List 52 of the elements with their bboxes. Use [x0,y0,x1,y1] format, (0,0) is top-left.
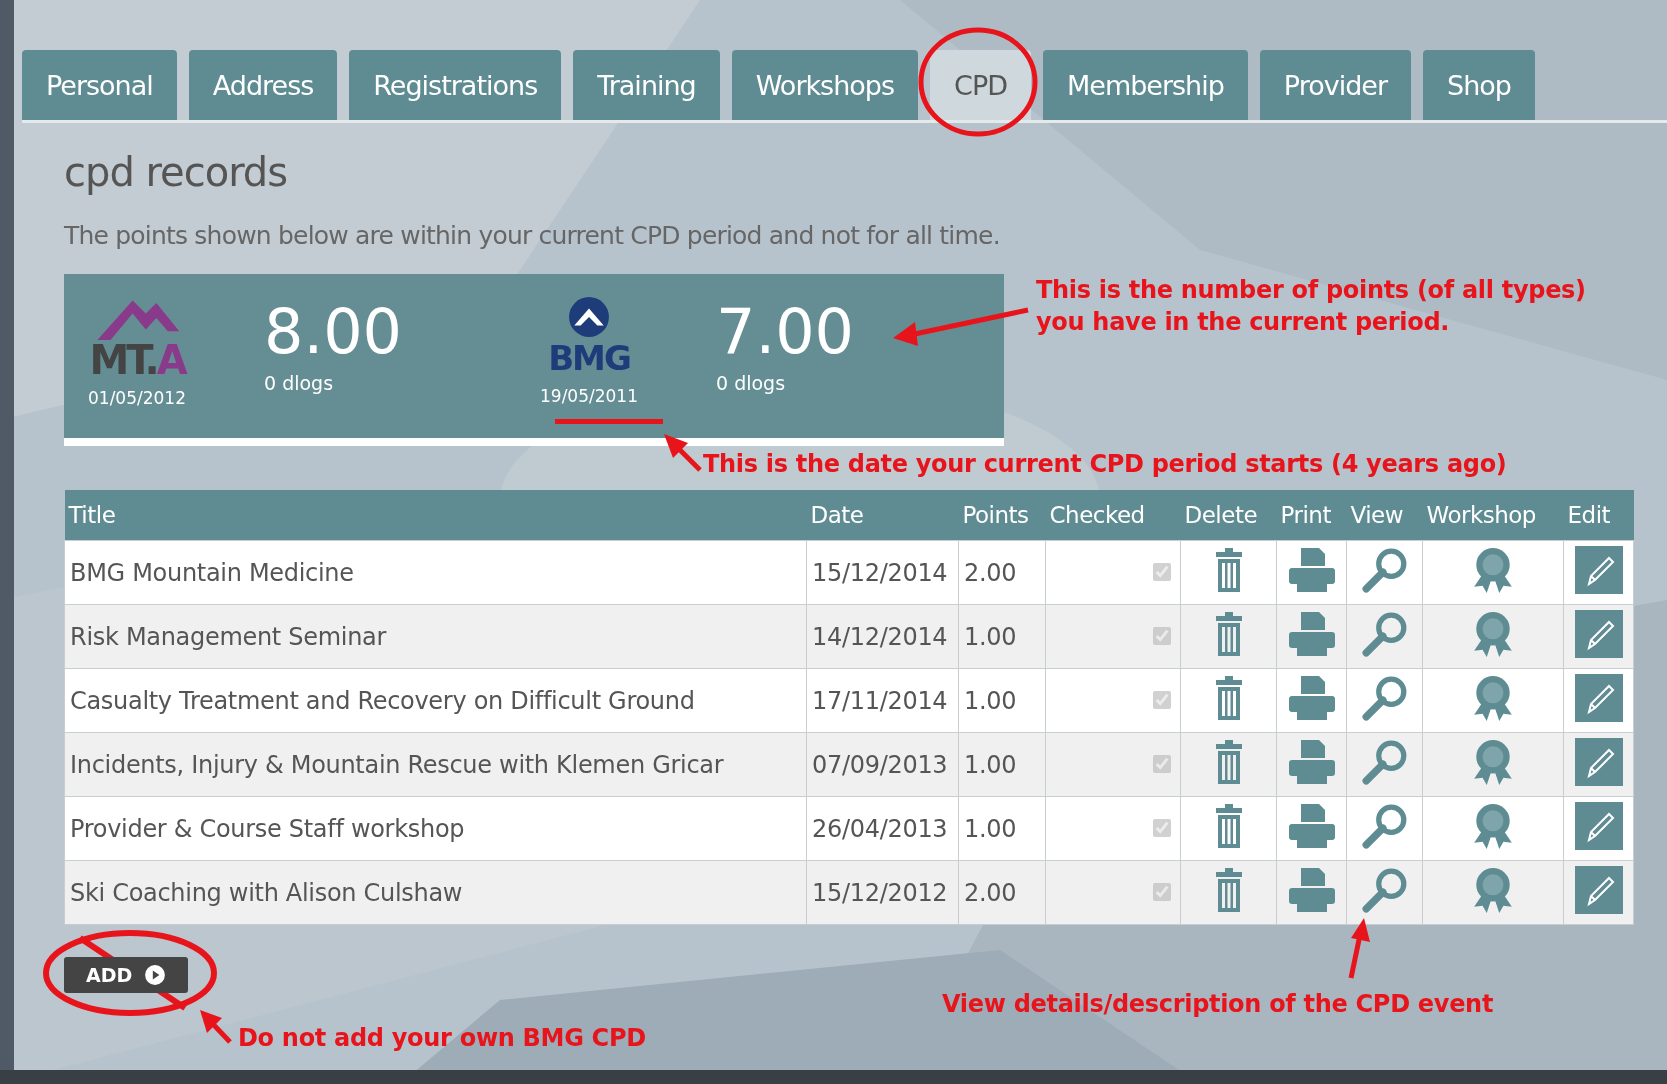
table-cell: 2.00 [958,860,1046,925]
table-cell: 26/04/2013 [806,796,959,861]
table-cell: Provider & Course Staff workshop [64,796,807,861]
annotation-text: Do not add your own BMG CPD [238,1024,646,1052]
column-header: Print [1276,490,1347,541]
table-cell: 14/12/2014 [806,604,959,669]
dlogs-count: 0 dlogs [264,372,335,394]
column-header: Edit [1563,490,1634,541]
table-cell: Ski Coaching with Alison Culshaw [64,860,807,925]
add-button[interactable]: ADD [64,957,189,993]
table-cell: 1.00 [958,668,1046,733]
table-cell: 2.00 [958,540,1046,605]
tab[interactable]: Registrations [349,50,562,120]
tab[interactable]: Shop [1423,50,1535,120]
tab[interactable]: Workshops [731,50,919,120]
table-cell: 1.00 [958,732,1046,797]
annotation-text: you have in the current period. [1036,308,1451,336]
column-header: View [1346,490,1423,541]
annotation-text: This is the date your current CPD period starts (4 years ago) [703,450,1507,478]
tab[interactable]: Provider [1259,50,1412,120]
column-header: Points [958,490,1046,541]
period-date: 01/05/2012 [88,388,186,408]
points-total: 7.00 [716,296,855,368]
tab[interactable]: CPD [930,50,1031,120]
table-cell: 1.00 [958,604,1046,669]
logo-text: BMG [548,338,630,378]
table-cell: 17/11/2014 [806,668,959,733]
points-total: 8.00 [264,296,403,368]
tab[interactable]: Personal [22,50,177,120]
annotation-text: View details/description of the CPD event [942,990,1494,1018]
table-cell: 07/09/2013 [806,732,959,797]
table-cell: 1.00 [958,796,1046,861]
tab[interactable]: Training [573,50,720,120]
table-cell: 15/12/2012 [806,860,959,925]
table-cell: BMG Mountain Medicine [64,540,807,605]
table-cell: 15/12/2014 [806,540,959,605]
table-cell: Casualty Treatment and Recovery on Difficult Ground [64,668,807,733]
table-cell: Incidents, Injury & Mountain Rescue with Klemen Gricar [64,732,807,797]
tab[interactable]: Membership [1042,50,1248,120]
intro-text: The points shown below are within your current CPD period and not for all time. [64,221,1001,250]
period-date: 19/05/2011 [540,386,638,406]
page-heading: cpd records [64,149,289,195]
column-header: Date [806,490,959,541]
tab[interactable]: Address [188,50,338,120]
table-cell: Risk Management Seminar [64,604,807,669]
annotation-text: This is the number of points (of all types) [1036,276,1586,304]
column-header: Title [64,490,807,541]
column-header: Checked [1045,490,1181,541]
column-header: Workshop [1422,490,1564,541]
dlogs-count: 0 dlogs [716,372,787,394]
logo-text: MT.A [89,340,185,380]
column-header: Delete [1180,490,1277,541]
